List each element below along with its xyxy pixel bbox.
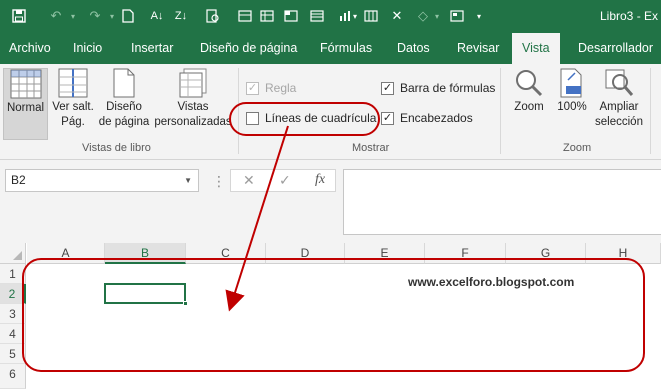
normal-view-button[interactable]: Normal [3,68,48,140]
new-file-icon[interactable] [117,6,139,26]
undo-dropdown-icon[interactable]: ▾ [62,6,84,26]
tab-diseno-de-pagina[interactable]: Diseño de página [200,33,297,64]
page-layout-view-button[interactable]: Diseño de página [96,68,152,140]
zoom-to-selection-button[interactable]: Ampliar selección [592,68,646,140]
formula-bar-check-icon: ✓ [381,81,394,95]
magnifier-icon [516,70,543,97]
theme-icon[interactable] [446,6,468,26]
custom-views-label-line1: Vistas [177,101,209,113]
sort-ascending-icon[interactable]: A↓ [146,6,168,26]
resize-handle-icon[interactable]: ⋮ [212,173,226,190]
table-icon[interactable] [256,6,278,26]
zoom-selection-label-line1: Ampliar [599,101,639,113]
column-header-f[interactable]: F [425,243,506,264]
window-title: Libro3 - Ex [600,9,659,23]
row-header-6[interactable]: 6 [0,364,26,389]
normal-view-icon [10,69,41,99]
ruler-check-icon: ✓ [246,81,259,95]
ruler-label: Regla [265,81,297,95]
tab-archivo[interactable]: Archivo [9,33,51,64]
gridlines-label: Líneas de cuadrícula [265,111,377,125]
column-header-b[interactable]: B [105,243,186,264]
row-header-1[interactable]: 1 [0,264,26,284]
insert-function-icon[interactable]: fx [315,172,325,188]
ribbon-tabs: Archivo Inicio Insertar Diseño de página… [0,33,661,64]
column-header-h[interactable]: H [586,243,661,264]
custom-views-label-line2: personalizadas [154,116,232,128]
shapes-dropdown-icon[interactable]: ▾ [426,6,448,26]
formula-buttons: ✕ ✓ fx [230,169,336,192]
row-header-2[interactable]: 2 [0,284,26,304]
gridlines-check-box [246,111,259,125]
normal-view-label: Normal [6,102,45,114]
page-layout-icon [113,68,135,98]
group-label-vistas-de-libro: Vistas de libro [82,142,151,154]
active-cell-b2[interactable] [104,283,188,306]
column-header-g[interactable]: G [506,243,586,264]
pivot-icon[interactable] [360,6,382,26]
tab-insertar[interactable]: Insertar [131,33,173,64]
fill-handle[interactable] [183,301,188,306]
customize-qat-icon[interactable]: ▾ [468,6,490,26]
column-header-c[interactable]: C [186,243,266,264]
group-label-zoom: Zoom [563,142,592,154]
column-header-e[interactable]: E [345,243,425,264]
zoom-selection-label-line2: selección [595,116,643,128]
watermark-text: www.excelforo.blogspot.com [408,275,575,289]
tab-vista[interactable]: Vista [512,33,560,64]
column-header-a[interactable]: A [27,243,105,264]
freeze-panes-icon[interactable] [280,6,302,26]
ribbon-vista: Normal Ver salt. Pág. Diseño de página V… [0,64,661,160]
zoom-100-button[interactable]: 100% [553,68,591,140]
print-preview-icon[interactable] [202,6,224,26]
zoom-100-icon [560,68,582,98]
sheet-icon[interactable] [306,6,328,26]
clear-icon[interactable]: ✕ [386,6,408,26]
form-icon[interactable] [234,6,256,26]
page-break-view-button[interactable]: Ver salt. Pág. [51,68,95,140]
custom-views-icon [179,68,207,98]
enter-icon[interactable]: ✓ [279,172,291,189]
zoom-selection-icon [605,69,634,96]
column-header-d[interactable]: D [266,243,345,264]
headings-checkbox[interactable]: ✓ Encabezados [381,110,473,126]
name-box[interactable]: B2 ▼ [5,169,199,192]
group-label-mostrar: Mostrar [352,142,390,154]
sort-descending-icon[interactable]: Z↓ [170,6,192,26]
formula-bar-area: B2 ▼ ⋮ ✕ ✓ fx [0,160,661,243]
group-separator [650,68,651,154]
row-header-5[interactable]: 5 [0,344,26,364]
formula-input[interactable] [343,169,661,235]
name-box-value: B2 [11,173,26,187]
row-header-3[interactable]: 3 [0,304,26,324]
cancel-icon[interactable]: ✕ [243,172,255,189]
tab-revisar[interactable]: Revisar [457,33,499,64]
formula-bar-label: Barra de fórmulas [400,81,496,95]
tab-datos[interactable]: Datos [397,33,430,64]
page-break-icon [58,68,88,98]
headings-label: Encabezados [400,111,473,125]
page-layout-label-line1: Diseño [106,101,142,113]
custom-views-button[interactable]: Vistas personalizadas [154,68,232,140]
group-separator [500,68,501,154]
headings-check-icon: ✓ [381,111,394,125]
group-separator [238,68,239,154]
zoom-label: Zoom [514,101,544,113]
chevron-down-icon[interactable]: ▼ [184,170,192,191]
tab-formulas[interactable]: Fórmulas [320,33,372,64]
gridlines-checkbox[interactable]: Líneas de cuadrícula [246,110,376,126]
quick-access-toolbar: ↶ ▾ ↷ ▾ A↓ Z↓ ▾ ✕ ◇ ▾ ▾ Libro3 - Ex [0,0,661,33]
tab-desarrollador[interactable]: Desarrollador [578,33,653,64]
page-break-label-line1: Ver salt. [52,101,94,113]
tab-inicio[interactable]: Inicio [73,33,102,64]
zoom-button[interactable]: Zoom [508,68,550,140]
select-all-corner[interactable] [0,243,26,264]
ruler-checkbox[interactable]: ✓ Regla [246,80,296,96]
page-break-label-line2: Pág. [61,116,85,128]
row-header-4[interactable]: 4 [0,324,26,344]
save-icon[interactable] [8,6,30,26]
zoom-100-label: 100% [557,101,587,113]
page-layout-label-line2: de página [98,116,150,128]
formula-bar-checkbox[interactable]: ✓ Barra de fórmulas [381,80,495,96]
